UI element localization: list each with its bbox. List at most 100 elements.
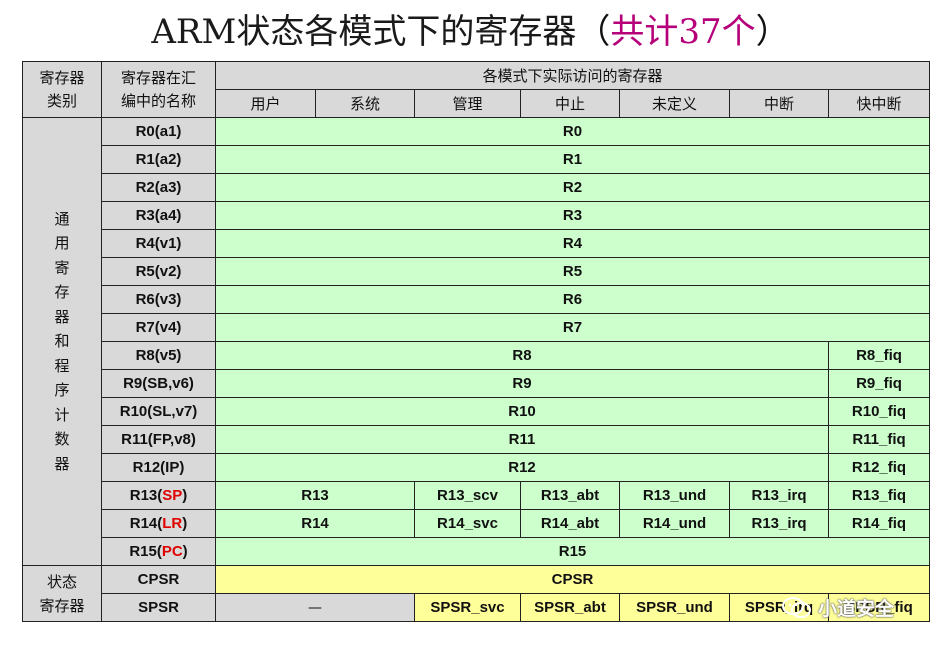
asm-name-r12: R12(IP) (101, 453, 216, 482)
asm-name-r14: R14(LR) (101, 509, 216, 538)
mode-user: 用户 (215, 89, 316, 118)
page-title: ARM状态各模式下的寄存器（共计37个） (0, 4, 941, 53)
row-r5: R5(v2) R5 (23, 257, 930, 286)
reg-r13-svc: R13_scv (414, 481, 521, 510)
asm-name-r14-pre: R14( (129, 515, 163, 532)
title-count: 共计37个 (610, 12, 756, 52)
asm-name-r15-pre: R15( (129, 543, 162, 560)
mode-fiq: 快中断 (828, 89, 930, 118)
wechat-icon (782, 596, 812, 620)
asm-name-r1: R1(a2) (101, 145, 216, 174)
reg-r14-und: R14_und (619, 509, 730, 538)
asm-name-r10: R10(SL,v7) (101, 397, 216, 426)
reg-cpsr: CPSR (215, 565, 930, 594)
asm-name-spsr: SPSR (101, 593, 216, 622)
reg-r11: R11 (215, 425, 829, 454)
asm-name-r8: R8(v5) (101, 341, 216, 370)
row-r8: R8(v5) R8 R8_fiq (23, 341, 930, 370)
reg-spsr-usr-sys: — (215, 593, 415, 622)
header-asm-name: 寄存器在汇 编中的名称 (101, 61, 216, 118)
reg-r6: R6 (215, 285, 930, 314)
mode-undefined: 未定义 (619, 89, 730, 118)
reg-r13-fiq: R13_fiq (828, 481, 930, 510)
reg-r8: R8 (215, 341, 829, 370)
reg-r14-fiq: R14_fiq (828, 509, 930, 538)
reg-r8-fiq: R8_fiq (828, 341, 930, 370)
row-r13: R13(SP) R13 R13_scv R13_abt R13_und R13_… (23, 481, 930, 510)
asm-name-r15-post: ) (182, 543, 188, 560)
reg-r10-fiq: R10_fiq (828, 397, 930, 426)
title-paren-close: ） (755, 12, 790, 52)
asm-name-r13-post: ) (182, 487, 188, 504)
asm-name-r0: R0(a1) (101, 117, 216, 146)
reg-r10: R10 (215, 397, 829, 426)
row-r3: R3(a4) R3 (23, 201, 930, 230)
row-r7: R7(v4) R7 (23, 313, 930, 342)
reg-r15: R15 (215, 537, 930, 566)
reg-r9-fiq: R9_fiq (828, 369, 930, 398)
reg-r1: R1 (215, 145, 930, 174)
row-r11: R11(FP,v8) R11 R11_fiq (23, 425, 930, 454)
reg-r13-und: R13_und (619, 481, 730, 510)
row-r15: R15(PC) R15 (23, 537, 930, 566)
mode-abort: 中止 (520, 89, 620, 118)
row-r14: R14(LR) R14 R14_svc R14_abt R14_und R13_… (23, 509, 930, 538)
asm-name-r9: R9(SB,v6) (101, 369, 216, 398)
reg-r7: R7 (215, 313, 930, 342)
row-cpsr: 状态 寄存器 CPSR CPSR (22, 565, 930, 622)
asm-name-r7: R7(v4) (101, 313, 216, 342)
reg-r5: R5 (215, 257, 930, 286)
reg-r14-abt: R14_abt (520, 509, 620, 538)
asm-name-r14-post: ) (182, 515, 188, 532)
asm-name-r13-alias: SP (162, 487, 183, 504)
asm-name-r6: R6(v3) (101, 285, 216, 314)
watermark: 小道安全 (782, 594, 894, 621)
reg-r4: R4 (215, 229, 930, 258)
asm-name-r3: R3(a4) (101, 201, 216, 230)
mode-system: 系统 (315, 89, 415, 118)
category-status: 状态 寄存器 (22, 565, 102, 622)
reg-r14-irq: R13_irq (729, 509, 829, 538)
row-r2: R2(a3) R2 (23, 173, 930, 202)
reg-r9: R9 (215, 369, 829, 398)
category-general: 通 用 寄 存 器 和 程 序 计 数 器 (22, 117, 102, 566)
asm-name-r5: R5(v2) (101, 257, 216, 286)
reg-r14-svc: R14_svc (414, 509, 521, 538)
reg-r0: R0 (215, 117, 930, 146)
header-modes-title: 各模式下实际访问的寄存器 (215, 61, 930, 90)
header-category: 寄存器 类别 (22, 61, 102, 118)
row-r1: R1(a2) R1 (23, 145, 930, 174)
reg-spsr-svc: SPSR_svc (414, 593, 521, 622)
asm-name-cpsr: CPSR (101, 565, 216, 594)
reg-r11-fiq: R11_fiq (828, 425, 930, 454)
title-paren-open: （ (576, 12, 611, 52)
reg-spsr-abt: SPSR_abt (520, 593, 620, 622)
watermark-text: 小道安全 (818, 598, 895, 620)
reg-r12-fiq: R12_fiq (828, 453, 930, 482)
register-table: 寄存器 类别 寄存器在汇 编中的名称 各模式下实际访问的寄存器 用户 系统 管理… (22, 61, 930, 622)
reg-r13-irq: R13_irq (729, 481, 829, 510)
row-r6: R6(v3) R6 (23, 285, 930, 314)
row-r4: R4(v1) R4 (23, 229, 930, 258)
asm-name-r13: R13(SP) (101, 481, 216, 510)
row-r0: 通 用 寄 存 器 和 程 序 计 数 器 R0(a1) R0 (22, 117, 930, 566)
title-main: ARM状态各模式下的寄存器 (151, 12, 577, 52)
asm-name-r4: R4(v1) (101, 229, 216, 258)
reg-r12: R12 (215, 453, 829, 482)
reg-r13-abt: R13_abt (520, 481, 620, 510)
asm-name-r14-alias: LR (162, 515, 183, 532)
reg-r13-usr-sys: R13 (215, 481, 415, 510)
reg-spsr-und: SPSR_und (619, 593, 730, 622)
reg-r2: R2 (215, 173, 930, 202)
row-r9: R9(SB,v6) R9 R9_fiq (23, 369, 930, 398)
asm-name-r13-pre: R13( (129, 487, 163, 504)
row-r12: R12(IP) R12 R12_fiq (23, 453, 930, 482)
mode-supervisor: 管理 (414, 89, 521, 118)
asm-name-r2: R2(a3) (101, 173, 216, 202)
asm-name-r11: R11(FP,v8) (101, 425, 216, 454)
row-r10: R10(SL,v7) R10 R10_fiq (23, 397, 930, 426)
asm-name-r15-alias: PC (161, 543, 183, 560)
reg-r3: R3 (215, 201, 930, 230)
asm-name-r15: R15(PC) (101, 537, 216, 566)
mode-irq: 中断 (729, 89, 829, 118)
